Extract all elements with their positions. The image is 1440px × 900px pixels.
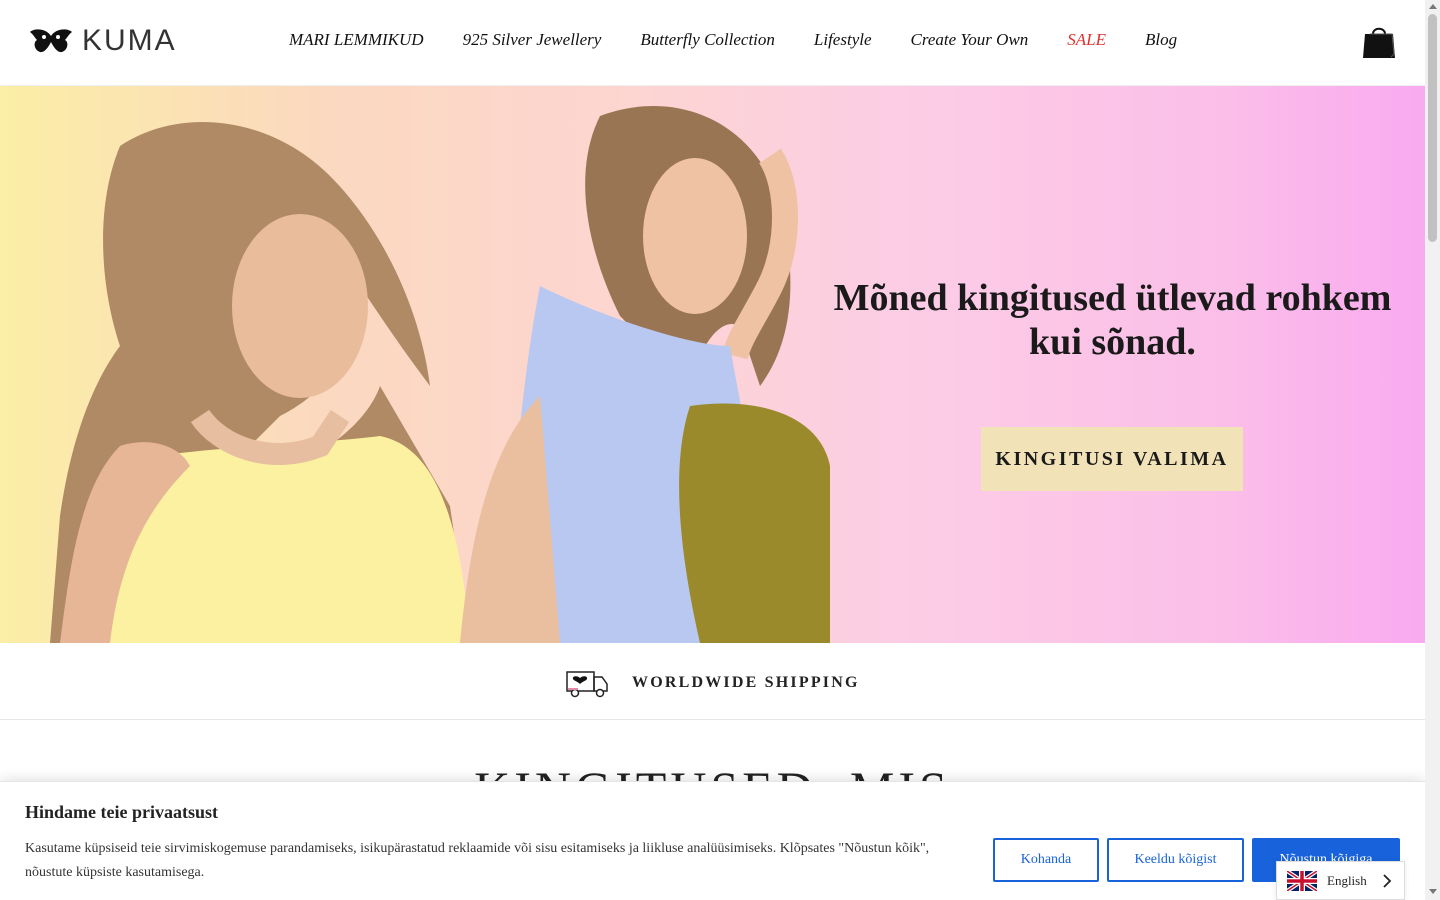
nav-item-blog[interactable]: Blog [1145,30,1177,50]
uk-flag-icon [1287,870,1317,891]
scroll-up-arrow-icon[interactable] [1429,4,1437,9]
site-header: KUMA MARI LEMMIKUD 925 Silver Jewellery … [0,0,1425,86]
cookie-title: Hindame teie privaatsust [25,802,218,822]
main-navigation: MARI LEMMIKUD 925 Silver Jewellery Butte… [289,30,1177,50]
nav-item-butterfly-collection[interactable]: Butterfly Collection [640,30,775,50]
chevron-right-icon [1383,874,1392,888]
nav-item-lifestyle[interactable]: Lifestyle [814,30,872,50]
shop-gifts-button[interactable]: KINGITUSI VALIMA [981,427,1243,491]
nav-item-mari-lemmikud[interactable]: MARI LEMMIKUD [289,30,424,50]
nav-item-create-your-own[interactable]: Create Your Own [911,30,1029,50]
hero-heading: Mõned kingitused ütlevad rohkem kui sõna… [830,276,1395,364]
shipping-label: WORLDWIDE SHIPPING [632,674,860,691]
hero-models-image [50,106,830,643]
nav-item-sale[interactable]: SALE [1067,30,1106,50]
page-scrollbar[interactable] [1425,0,1440,900]
cookie-reject-button[interactable]: Keeldu kõigist [1107,838,1244,882]
butterfly-logo-icon [30,29,72,53]
nav-item-silver-jewellery[interactable]: 925 Silver Jewellery [463,30,602,50]
language-label: English [1327,872,1367,888]
cookie-text: Kasutame küpsiseid teie sirvimiskogemuse… [25,841,930,880]
cookie-consent-banner: Hindame teie privaatsust Kasutame küpsis… [0,781,1425,900]
shipping-strip: WORLDWIDE SHIPPING [0,643,1425,720]
cookie-customize-button[interactable]: Kohanda [993,838,1099,882]
scrollbar-thumb[interactable] [1428,14,1437,242]
shopping-bag-icon[interactable] [1362,24,1396,60]
brand-name: KUMA [82,24,177,57]
hero-banner: Mõned kingitused ütlevad rohkem kui sõna… [0,86,1425,643]
brand-logo[interactable]: KUMA [30,24,177,58]
delivery-truck-icon [566,671,608,698]
language-switcher[interactable]: English [1276,861,1405,900]
scroll-down-arrow-icon[interactable] [1429,889,1437,894]
hero-title: Mõned kingitused ütlevad rohkem kui sõna… [833,277,1392,363]
